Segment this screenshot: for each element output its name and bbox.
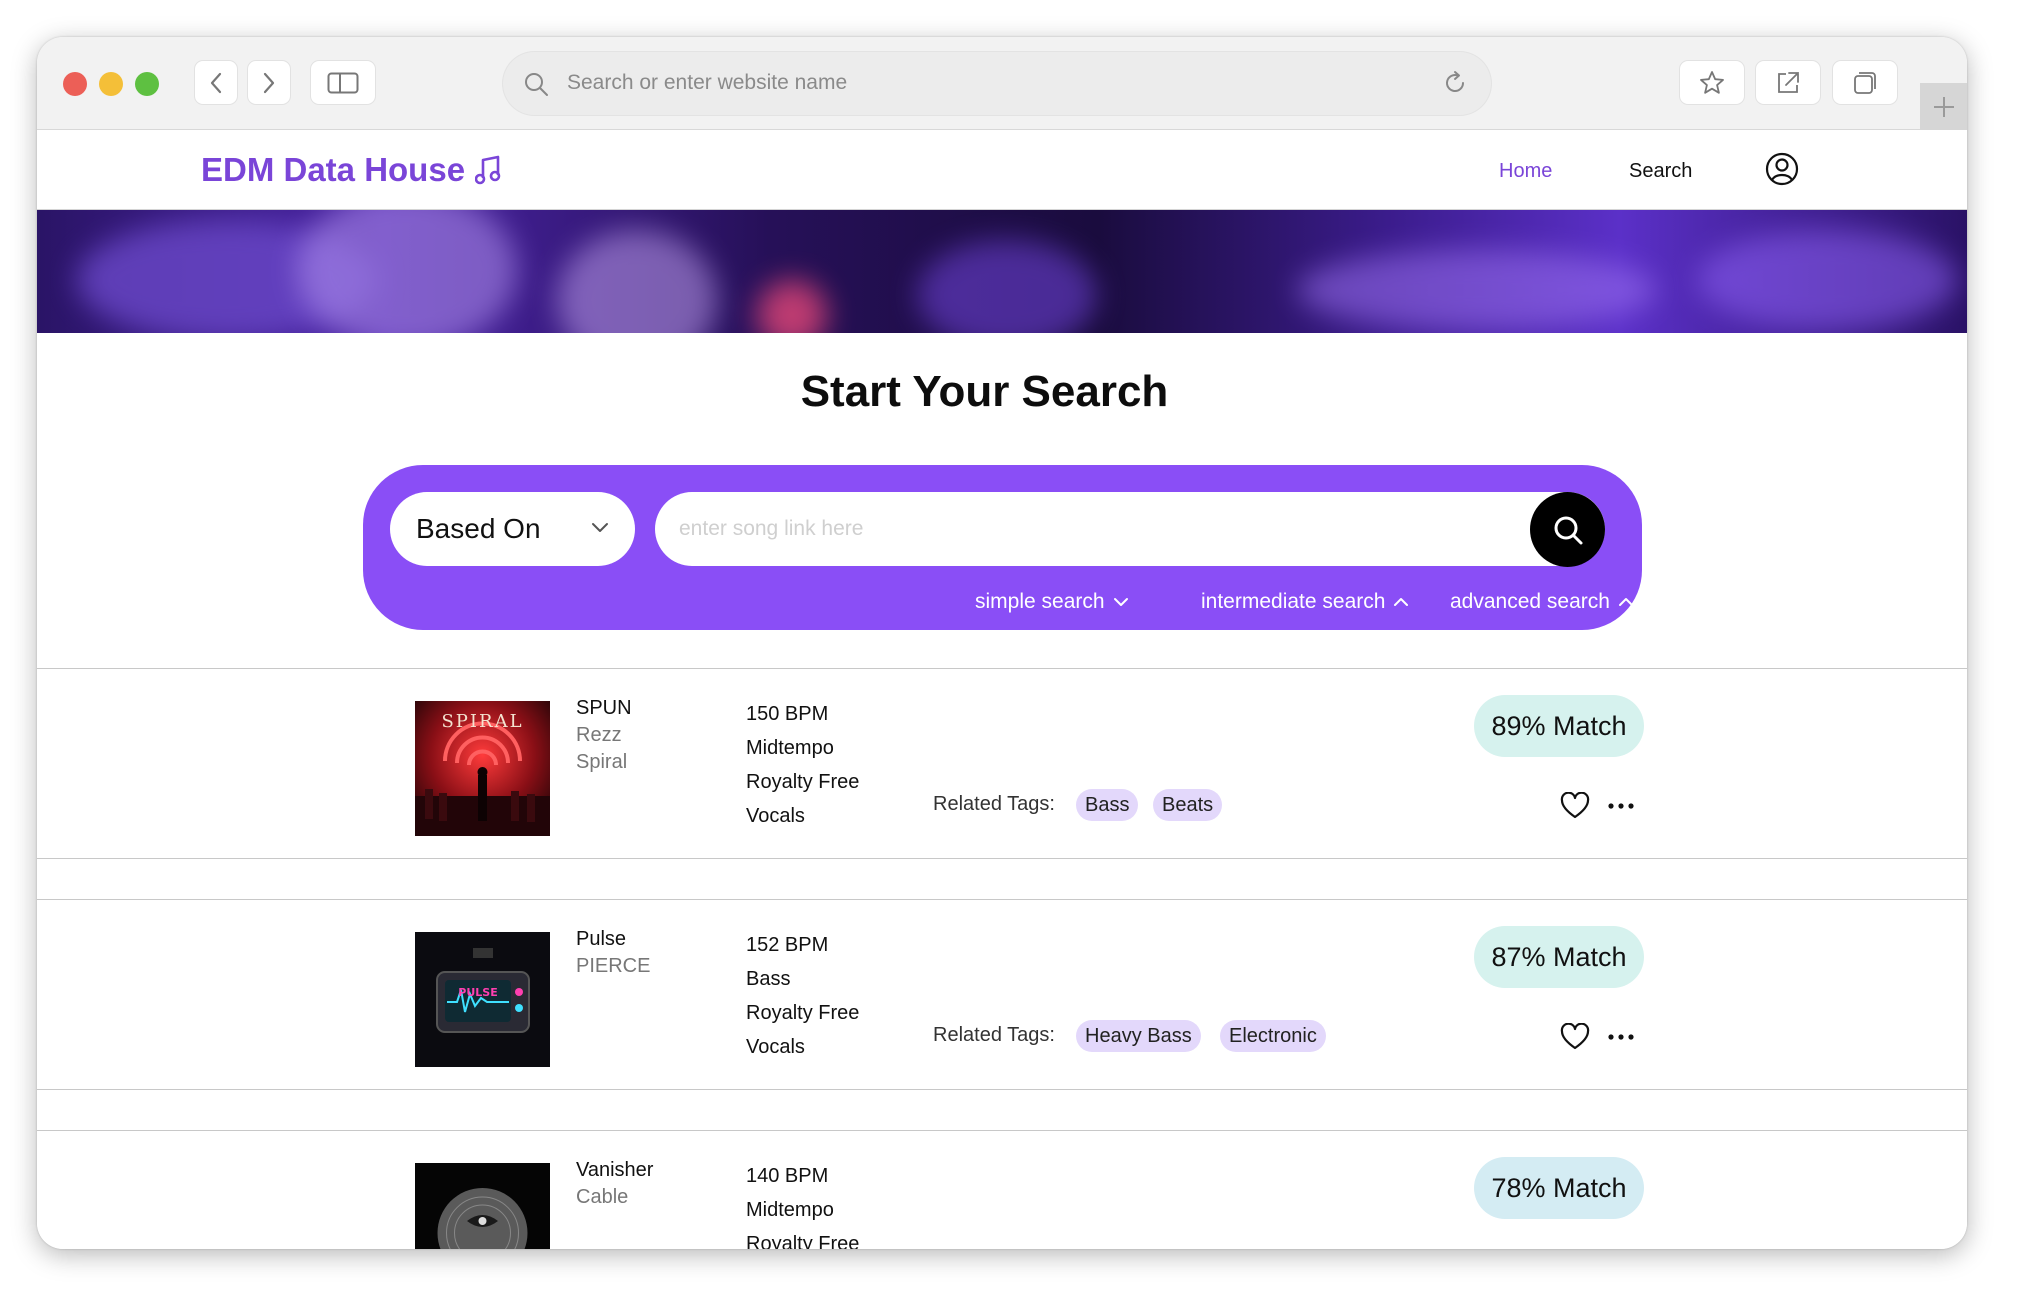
share-button[interactable]	[1756, 61, 1820, 104]
spec-vocals: Vocals	[746, 1036, 805, 1058]
address-bar[interactable]: Search or enter website name	[503, 52, 1491, 115]
track-specs: 140 BPM Midtempo Royalty Free	[746, 1159, 859, 1249]
nav-home-link[interactable]: Home	[1499, 160, 1552, 183]
based-on-dropdown[interactable]: Based On	[390, 492, 635, 566]
album-cover[interactable]	[415, 1163, 550, 1249]
maximize-window-button[interactable]	[135, 72, 159, 96]
track-specs: 150 BPM Midtempo Royalty Free Vocals	[746, 697, 859, 833]
cover-text: PULSE	[458, 986, 497, 999]
heart-icon[interactable]	[1560, 1023, 1590, 1051]
intermediate-search-label: intermediate search	[1201, 590, 1386, 613]
album-cover[interactable]: SPIRAL	[415, 701, 550, 836]
spec-bpm: 150 BPM	[746, 703, 829, 725]
chevron-up-icon	[1618, 598, 1633, 606]
close-window-button[interactable]	[63, 72, 87, 96]
more-options-icon[interactable]	[1608, 803, 1634, 809]
spec-license: Royalty Free	[746, 1002, 860, 1024]
match-badge: 78% Match	[1474, 1157, 1644, 1219]
account-icon[interactable]	[1765, 152, 1799, 186]
spec-bpm: 152 BPM	[746, 934, 829, 956]
tag-chip[interactable]: Electronic	[1220, 1020, 1326, 1052]
result-row[interactable]: SPIRAL SPUN Rezz Spiral 150 BPM Midtempo…	[37, 668, 1967, 859]
music-note-icon	[475, 155, 501, 185]
based-on-label: Based On	[416, 513, 541, 544]
tag-chip[interactable]: Bass	[1076, 789, 1139, 821]
spec-license: Royalty Free	[746, 771, 860, 793]
sidebar-toggle-button[interactable]	[311, 61, 375, 104]
song-link-input[interactable]	[655, 492, 1605, 566]
chevron-down-icon	[1113, 598, 1128, 606]
chevron-up-icon	[1394, 598, 1409, 606]
related-tags-label: Related Tags:	[933, 793, 1055, 815]
reload-icon[interactable]	[1441, 69, 1469, 97]
spec-license: Royalty Free	[746, 1233, 860, 1249]
spec-genre: Midtempo	[746, 737, 834, 759]
hero-banner	[37, 210, 1967, 333]
site-header: EDM Data House Home Search	[37, 130, 1967, 210]
heart-icon[interactable]	[1560, 792, 1590, 820]
new-tab-button[interactable]	[1920, 83, 1967, 130]
search-icon	[1554, 516, 1582, 544]
site-logo[interactable]: EDM Data House	[201, 151, 501, 189]
tag-chip[interactable]: Beats	[1153, 789, 1223, 821]
search-heading: Start Your Search	[800, 367, 1169, 416]
track-artist[interactable]: Cable	[576, 1186, 628, 1209]
forward-button[interactable]	[248, 61, 290, 104]
search-submit-button[interactable]	[1530, 492, 1605, 567]
result-row[interactable]: Vanisher Cable 140 BPM Midtempo Royalty …	[37, 1130, 1967, 1249]
simple-search-toggle[interactable]: simple search	[975, 590, 1129, 614]
chevron-left-icon	[210, 72, 222, 93]
album-cover[interactable]: PULSE	[415, 932, 550, 1067]
intermediate-search-toggle[interactable]: intermediate search	[1201, 590, 1409, 614]
track-specs: 152 BPM Bass Royalty Free Vocals	[746, 928, 859, 1064]
track-album[interactable]: Spiral	[576, 751, 627, 774]
advanced-search-toggle[interactable]: advanced search	[1450, 590, 1634, 614]
match-badge: 89% Match	[1474, 695, 1644, 757]
nav-search-link[interactable]: Search	[1629, 160, 1692, 183]
spec-genre: Bass	[746, 968, 791, 990]
result-row[interactable]: PULSE Pulse PIERCE 152 BPM Bass Royalty …	[37, 899, 1967, 1090]
tabs-overview-button[interactable]	[1833, 61, 1897, 104]
plus-icon	[1933, 96, 1954, 117]
spec-vocals: Vocals	[746, 805, 805, 827]
star-icon	[1700, 70, 1724, 94]
search-panel: Based On simple search intermediate sear…	[363, 465, 1642, 630]
chevron-down-icon	[592, 523, 608, 532]
share-icon	[1778, 71, 1799, 93]
browser-toolbar: Search or enter website name	[37, 37, 1967, 130]
sidebar-icon	[327, 72, 359, 93]
advanced-search-label: advanced search	[1450, 590, 1610, 613]
spec-genre: Midtempo	[746, 1199, 834, 1221]
related-tags-label: Related Tags:	[933, 1024, 1055, 1046]
tag-chip[interactable]: Heavy Bass	[1076, 1020, 1201, 1052]
minimize-window-button[interactable]	[99, 72, 123, 96]
match-badge: 87% Match	[1474, 926, 1644, 988]
address-placeholder: Search or enter website name	[567, 71, 848, 94]
simple-search-label: simple search	[975, 590, 1105, 613]
back-button[interactable]	[195, 61, 237, 104]
cover-text: SPIRAL	[441, 711, 523, 732]
bookmark-button[interactable]	[1680, 61, 1744, 104]
browser-window: Search or enter website name EDM Data Ho…	[37, 37, 1967, 1249]
track-artist[interactable]: Rezz	[576, 724, 622, 747]
track-title[interactable]: Pulse	[576, 928, 626, 951]
logo-text: EDM Data House	[201, 151, 466, 188]
tabs-icon	[1854, 71, 1876, 94]
search-icon	[525, 73, 548, 96]
track-artist[interactable]: PIERCE	[576, 955, 650, 978]
track-title[interactable]: SPUN	[576, 697, 632, 720]
more-options-icon[interactable]	[1608, 1034, 1634, 1040]
track-title[interactable]: Vanisher	[576, 1159, 653, 1182]
chevron-right-icon	[263, 72, 275, 93]
spec-bpm: 140 BPM	[746, 1165, 829, 1187]
